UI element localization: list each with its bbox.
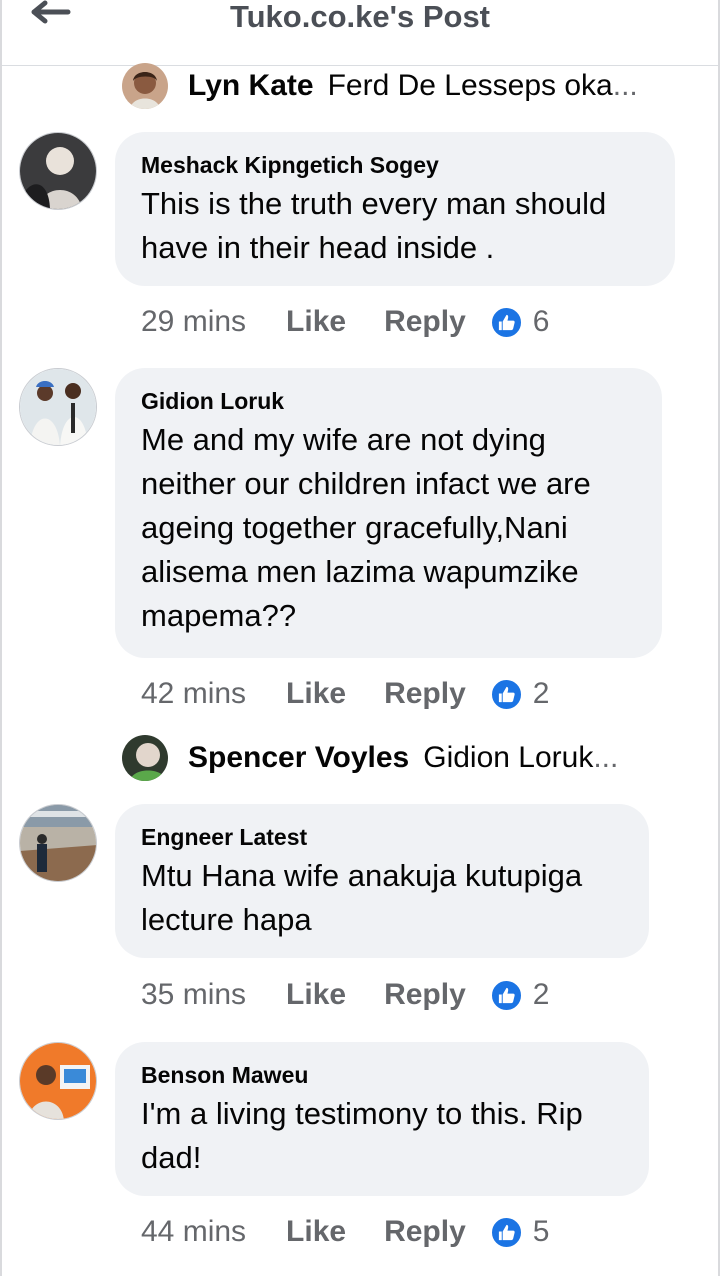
avatar[interactable]	[19, 368, 97, 446]
comment-timestamp[interactable]: 35 mins	[141, 978, 246, 1012]
like-button[interactable]: Like	[286, 978, 346, 1012]
comment-line: mapema??	[141, 598, 297, 633]
reply-preview[interactable]: Spencer Voyles Gidion Loruk ...	[122, 734, 618, 782]
comment-actions: 29 mins Like Reply 6	[141, 302, 549, 342]
reply-button[interactable]: Reply	[384, 978, 466, 1012]
like-button[interactable]: Like	[286, 1215, 346, 1249]
reply-ellipsis: ...	[593, 741, 619, 774]
comment-line: Me and my wife are not dying	[141, 422, 546, 457]
comment-line: This is the truth every man should	[141, 186, 607, 221]
comment-actions: 35 mins Like Reply 2	[141, 975, 549, 1015]
avatar[interactable]	[19, 132, 97, 210]
like-button[interactable]: Like	[286, 677, 346, 711]
comment-text: I'm a living testimony to this. Rip dad!	[141, 1092, 625, 1180]
comment-bubble: Benson Maweu I'm a living testimony to t…	[115, 1042, 649, 1196]
comment-bubble: Gidion Loruk Me and my wife are not dyin…	[115, 368, 662, 658]
avatar[interactable]	[122, 63, 168, 109]
comment-author[interactable]: Meshack Kipngetich Sogey	[141, 150, 651, 180]
comment-author[interactable]: Gidion Loruk	[141, 386, 638, 416]
reply-button[interactable]: Reply	[384, 305, 466, 339]
comment-actions: 42 mins Like Reply 2	[141, 674, 549, 714]
comment-author[interactable]: Benson Maweu	[141, 1060, 625, 1090]
reply-preview[interactable]: Lyn Kate Ferd De Lesseps oka...	[122, 62, 638, 110]
reply-button[interactable]: Reply	[384, 677, 466, 711]
comment-timestamp[interactable]: 44 mins	[141, 1215, 246, 1249]
comment-text: This is the truth every man should have …	[141, 182, 651, 270]
comment-line: lecture hapa	[141, 902, 312, 937]
comments-page: Tuko.co.ke's Post Lyn Kate Ferd De Lesse…	[0, 0, 720, 1276]
comment-bubble: Engneer Latest Mtu Hana wife anakuja kut…	[115, 804, 649, 958]
reaction-count[interactable]: 6	[533, 305, 550, 339]
reaction-count[interactable]: 2	[533, 677, 550, 711]
comment-actions: 44 mins Like Reply 5	[141, 1212, 549, 1252]
thumbs-up-icon[interactable]	[489, 677, 523, 711]
comment-bubble: Meshack Kipngetich Sogey This is the tru…	[115, 132, 675, 286]
reply-ellipsis: ...	[612, 69, 638, 102]
thumbs-up-icon[interactable]	[489, 305, 523, 339]
reaction-count[interactable]: 5	[533, 1215, 550, 1249]
thumbs-up-icon[interactable]	[489, 1215, 523, 1249]
comment-text: Mtu Hana wife anakuja kutupiga lecture h…	[141, 854, 625, 942]
reply-snippet: Ferd De Lesseps oka	[327, 69, 613, 102]
reply-snippet: Gidion Loruk	[423, 741, 594, 774]
reply-author[interactable]: Spencer Voyles	[188, 741, 409, 775]
avatar[interactable]	[122, 735, 168, 781]
comment-timestamp[interactable]: 42 mins	[141, 677, 246, 711]
avatar[interactable]	[19, 804, 97, 882]
reply-author[interactable]: Lyn Kate	[188, 69, 314, 103]
comment-line: have in their head inside .	[141, 230, 495, 265]
comment-text: Me and my wife are not dying neither our…	[141, 418, 638, 638]
comment-timestamp[interactable]: 29 mins	[141, 305, 246, 339]
thumbs-up-icon[interactable]	[489, 978, 523, 1012]
comment-line: I'm a living testimony to this. Rip	[141, 1096, 583, 1131]
avatar[interactable]	[19, 1042, 97, 1120]
comment-line: Mtu Hana wife anakuja kutupiga	[141, 858, 583, 893]
reaction-count[interactable]: 2	[533, 978, 550, 1012]
comment-line: alisema men lazima wapumzike	[141, 554, 579, 589]
like-button[interactable]: Like	[286, 305, 346, 339]
comment-author[interactable]: Engneer Latest	[141, 822, 625, 852]
comment-line: neither our children infact we are	[141, 466, 591, 501]
top-bar: Tuko.co.ke's Post	[2, 0, 718, 66]
comment-line: dad!	[141, 1140, 202, 1175]
comment-line: ageing together gracefully,Nani	[141, 510, 568, 545]
reply-button[interactable]: Reply	[384, 1215, 466, 1249]
page-title: Tuko.co.ke's Post	[229, 0, 491, 34]
